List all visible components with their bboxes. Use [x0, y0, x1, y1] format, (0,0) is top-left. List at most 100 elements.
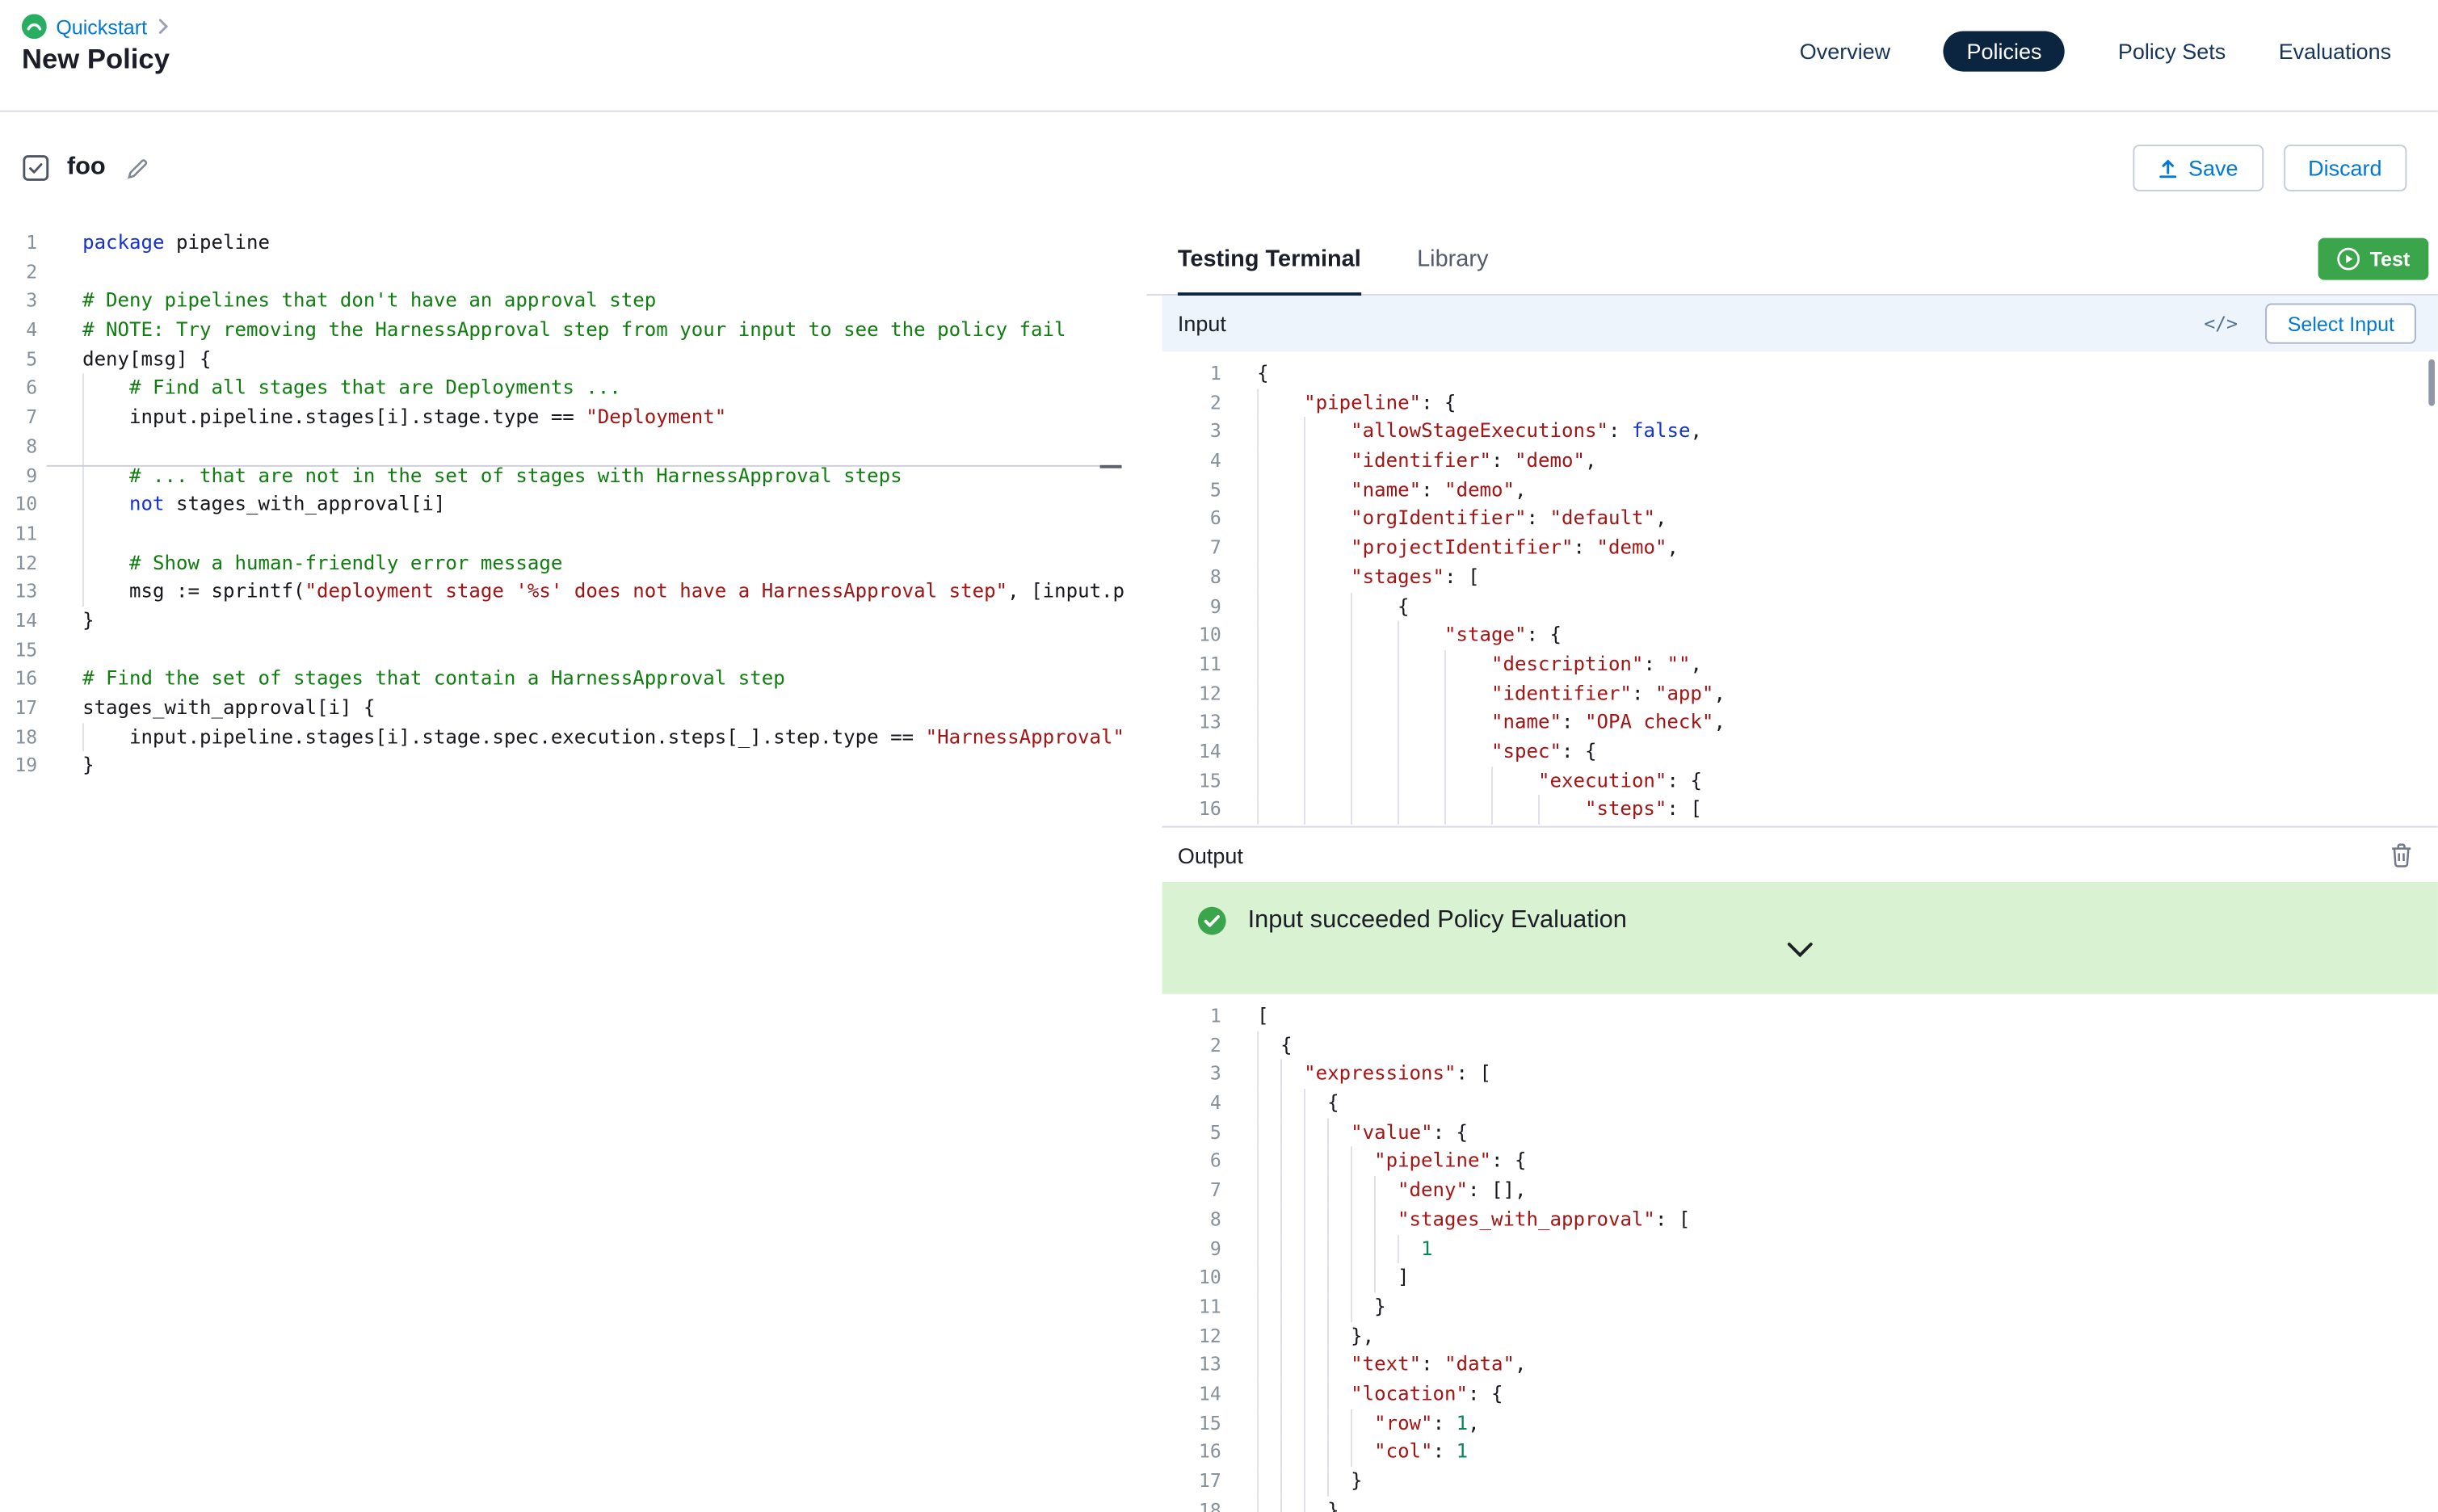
code-line[interactable]: 12 },: [1162, 1321, 2438, 1350]
code-line[interactable]: 15 "row": 1,: [1162, 1409, 2438, 1438]
code-line[interactable]: 4 {: [1162, 1089, 2438, 1118]
code-text: }: [1257, 1496, 2438, 1512]
code-text: ]: [1257, 1263, 2438, 1292]
code-line[interactable]: 6 # Find all stages that are Deployments…: [0, 374, 1146, 403]
line-number: 5: [1162, 1118, 1221, 1147]
harness-logo-icon: [22, 14, 47, 39]
code-line[interactable]: 6 "orgIdentifier": "default",: [1162, 505, 2438, 534]
code-line[interactable]: 2: [0, 258, 1146, 287]
code-line[interactable]: 13 "name": "OPA check",: [1162, 708, 2438, 737]
code-line[interactable]: 10 "stage": {: [1162, 621, 2438, 650]
code-line[interactable]: 5 "name": "demo",: [1162, 476, 2438, 505]
expand-details-button[interactable]: [1786, 941, 1814, 958]
tab-evaluations[interactable]: Evaluations: [2279, 39, 2391, 64]
chevron-right-icon: [157, 19, 169, 34]
line-number: 7: [0, 403, 37, 432]
code-text: "text": "data",: [1257, 1350, 2438, 1380]
code-line[interactable]: 12 # Show a human-friendly error message: [0, 548, 1146, 578]
code-line[interactable]: 1[: [1162, 1002, 2438, 1031]
tab-library[interactable]: Library: [1417, 224, 1488, 294]
code-line[interactable]: 1package pipeline: [0, 229, 1146, 258]
code-line[interactable]: 2 "pipeline": {: [1162, 388, 2438, 418]
code-line[interactable]: 3 "allowStageExecutions": false,: [1162, 418, 2438, 447]
code-line[interactable]: 16 "steps": [: [1162, 796, 2438, 825]
code-line[interactable]: 8: [0, 432, 1146, 461]
code-line[interactable]: 12 "identifier": "app",: [1162, 679, 2438, 708]
code-line[interactable]: 2 {: [1162, 1031, 2438, 1060]
code-line[interactable]: 8 "stages_with_approval": [: [1162, 1205, 2438, 1234]
code-line[interactable]: 7 "deny": [],: [1162, 1176, 2438, 1205]
tab-testing-terminal[interactable]: Testing Terminal: [1178, 224, 1361, 294]
save-button[interactable]: Save: [2133, 145, 2264, 191]
save-label: Save: [2188, 156, 2238, 181]
code-line[interactable]: 8 "stages": [: [1162, 563, 2438, 592]
rego-code: 1package pipeline23# Deny pipelines that…: [0, 229, 1146, 781]
code-line[interactable]: 9 {: [1162, 592, 2438, 621]
test-button[interactable]: Test: [2318, 238, 2428, 280]
input-section-header: Input </> Select Input: [1162, 296, 2438, 351]
code-line[interactable]: 13 "text": "data",: [1162, 1350, 2438, 1380]
code-line[interactable]: 9 1: [1162, 1234, 2438, 1263]
code-line[interactable]: 18 }: [1162, 1496, 2438, 1512]
line-number: 17: [1162, 1467, 1221, 1496]
code-line[interactable]: 1{: [1162, 359, 2438, 388]
code-line[interactable]: 7 "projectIdentifier": "demo",: [1162, 534, 2438, 563]
code-line[interactable]: 16 "col": 1: [1162, 1438, 2438, 1467]
code-view-icon[interactable]: </>: [2204, 313, 2238, 334]
code-line[interactable]: 13 msg := sprintf("deployment stage '%s'…: [0, 578, 1146, 607]
output-json-viewer[interactable]: 1[2 {3 "expressions": [4 {5 "value": {6 …: [1162, 994, 2438, 1512]
code-text: "pipeline": {: [1257, 1147, 2438, 1176]
code-line[interactable]: 4 "identifier": "demo",: [1162, 447, 2438, 476]
code-line[interactable]: 11: [0, 519, 1146, 548]
tab-policy-sets[interactable]: Policy Sets: [2118, 39, 2226, 64]
breadcrumb-quickstart-link[interactable]: Quickstart: [56, 15, 147, 38]
clear-output-button[interactable]: [2386, 839, 2416, 871]
code-text: "value": {: [1257, 1118, 2438, 1147]
code-line[interactable]: 7 input.pipeline.stages[i].stage.type ==…: [0, 403, 1146, 432]
line-number: 12: [1162, 1321, 1221, 1350]
code-line[interactable]: 15 "execution": {: [1162, 766, 2438, 796]
code-line[interactable]: 3# Deny pipelines that don't have an app…: [0, 287, 1146, 316]
discard-label: Discard: [2308, 156, 2381, 181]
code-line[interactable]: 15: [0, 636, 1146, 665]
discard-button[interactable]: Discard: [2283, 145, 2406, 191]
line-number: 12: [1162, 679, 1221, 708]
input-json-editor[interactable]: 1{2 "pipeline": {3 "allowStageExecutions…: [1162, 351, 2438, 825]
code-line[interactable]: 5 "value": {: [1162, 1118, 2438, 1147]
code-line[interactable]: 6 "pipeline": {: [1162, 1147, 2438, 1176]
tab-policies[interactable]: Policies: [1944, 32, 2066, 72]
code-line[interactable]: 14 "spec": {: [1162, 737, 2438, 766]
code-line[interactable]: 17 }: [1162, 1467, 2438, 1496]
code-line[interactable]: 11 "description": "",: [1162, 650, 2438, 679]
code-text: # Find all stages that are Deployments .…: [82, 374, 1146, 403]
policy-name: foo: [67, 154, 106, 183]
code-line[interactable]: 19}: [0, 752, 1146, 781]
edit-name-button[interactable]: [123, 153, 153, 183]
code-line[interactable]: 10 not stages_with_approval[i]: [0, 490, 1146, 519]
policy-check-icon: [22, 154, 50, 183]
code-line[interactable]: 5deny[msg] {: [0, 345, 1146, 374]
line-number: 13: [1162, 708, 1221, 737]
rego-editor[interactable]: 1package pipeline23# Deny pipelines that…: [0, 224, 1146, 1512]
code-text: "orgIdentifier": "default",: [1257, 505, 2438, 534]
select-input-button[interactable]: Select Input: [2266, 304, 2416, 344]
code-line[interactable]: 11 }: [1162, 1292, 2438, 1321]
code-line[interactable]: 10 ]: [1162, 1263, 2438, 1292]
scrollbar-thumb[interactable]: [2428, 359, 2435, 406]
code-line[interactable]: 17stages_with_approval[i] {: [0, 694, 1146, 723]
code-line[interactable]: 14 "location": {: [1162, 1380, 2438, 1409]
code-line[interactable]: 3 "expressions": [: [1162, 1060, 2438, 1089]
tab-overview[interactable]: Overview: [1800, 39, 1890, 64]
code-line[interactable]: 14}: [0, 607, 1146, 636]
line-number: 5: [0, 345, 37, 374]
line-number: 5: [1162, 476, 1221, 505]
code-line[interactable]: 16# Find the set of stages that contain …: [0, 665, 1146, 694]
code-line[interactable]: 18 input.pipeline.stages[i].stage.spec.e…: [0, 723, 1146, 752]
code-text: input.pipeline.stages[i].stage.type == "…: [82, 403, 1146, 432]
code-text: "deny": [],: [1257, 1176, 2438, 1205]
code-line[interactable]: 4# NOTE: Try removing the HarnessApprova…: [0, 316, 1146, 345]
code-text: [82, 258, 1146, 287]
line-number: 10: [0, 490, 37, 519]
line-number: 16: [1162, 796, 1221, 825]
code-text: [: [1257, 1002, 2438, 1031]
